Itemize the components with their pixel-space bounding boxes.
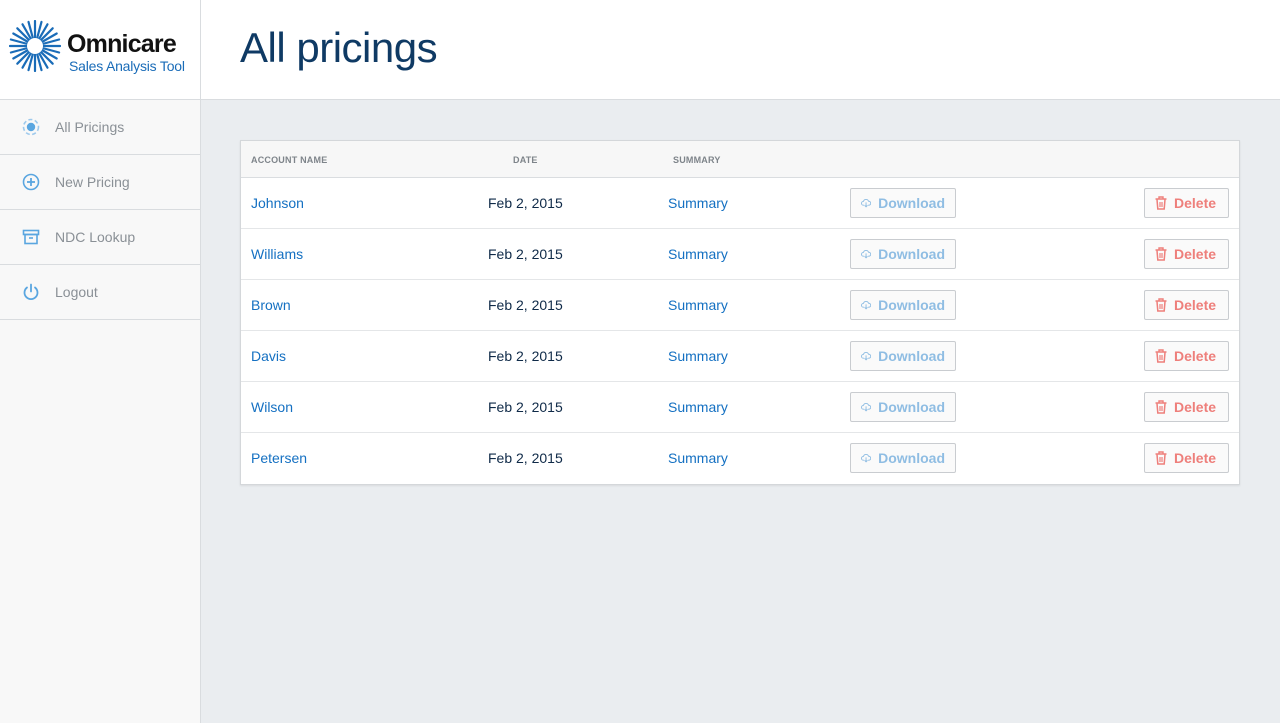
cloud-download-icon [861,453,872,463]
download-label: Download [878,399,945,415]
date-cell: Feb 2, 2015 [488,450,563,466]
column-header-account-name[interactable]: ACCOUNT NAME [251,155,327,165]
target-icon [21,117,41,137]
archive-icon [21,227,41,247]
page-header: All pricings [201,0,1280,100]
sidebar-item-label: All Pricings [55,119,125,135]
delete-button[interactable]: Delete [1144,392,1229,422]
account-name-link[interactable]: Brown [251,297,291,313]
brand-subtitle: Sales Analysis Tool [69,58,185,74]
delete-label: Delete [1174,450,1217,466]
table-row: Williams Feb 2, 2015 Summary Download De… [241,229,1239,280]
delete-label: Delete [1174,348,1217,364]
sidebar-item-logout[interactable]: Logout [0,265,200,320]
cloud-download-icon [861,198,872,208]
delete-label: Delete [1174,399,1217,415]
sidebar-item-ndc-lookup[interactable]: NDC Lookup [0,210,200,265]
date-cell: Feb 2, 2015 [488,399,563,415]
table-row: Johnson Feb 2, 2015 Summary Download Del… [241,178,1239,229]
trash-icon [1155,298,1167,312]
date-cell: Feb 2, 2015 [488,348,563,364]
table-row: Brown Feb 2, 2015 Summary Download Delet… [241,280,1239,331]
delete-button[interactable]: Delete [1144,341,1229,371]
power-icon [21,282,41,302]
account-name-link[interactable]: Johnson [251,195,304,211]
sidebar-item-label: New Pricing [55,174,130,190]
sidebar-item-new-pricing[interactable]: New Pricing [0,155,200,210]
download-button[interactable]: Download [850,392,956,422]
sidebar: Omnicare Sales Analysis Tool All Pricing… [0,0,201,723]
cloud-download-icon [861,351,872,361]
logo[interactable]: Omnicare Sales Analysis Tool [0,0,200,100]
download-label: Download [878,195,945,211]
column-header-date[interactable]: DATE [513,155,538,165]
delete-button[interactable]: Delete [1144,188,1229,218]
date-cell: Feb 2, 2015 [488,195,563,211]
page-title: All pricings [240,24,438,71]
sidebar-item-label: Logout [55,284,98,300]
download-label: Download [878,246,945,262]
trash-icon [1155,451,1167,465]
download-label: Download [878,348,945,364]
table-row: Davis Feb 2, 2015 Summary Download Delet… [241,331,1239,382]
sidebar-item-label: NDC Lookup [55,229,136,245]
table-row: Wilson Feb 2, 2015 Summary Download Dele… [241,382,1239,433]
cloud-download-icon [861,402,872,412]
brand-name: Omnicare [67,30,177,58]
download-button[interactable]: Download [850,239,956,269]
table-row: Petersen Feb 2, 2015 Summary Download De… [241,433,1239,484]
cloud-download-icon [861,300,872,310]
download-label: Download [878,450,945,466]
download-button[interactable]: Download [850,188,956,218]
trash-icon [1155,196,1167,210]
summary-link[interactable]: Summary [668,399,728,415]
account-name-link[interactable]: Davis [251,348,286,364]
date-cell: Feb 2, 2015 [488,246,563,262]
summary-link[interactable]: Summary [668,348,728,364]
summary-link[interactable]: Summary [668,246,728,262]
delete-label: Delete [1174,195,1217,211]
pricings-table: ACCOUNT NAME DATE SUMMARY Johnson Feb 2,… [240,140,1240,485]
summary-link[interactable]: Summary [668,450,728,466]
trash-icon [1155,247,1167,261]
summary-link[interactable]: Summary [668,297,728,313]
delete-label: Delete [1174,246,1217,262]
delete-button[interactable]: Delete [1144,239,1229,269]
delete-button[interactable]: Delete [1144,290,1229,320]
account-name-link[interactable]: Petersen [251,450,307,466]
trash-icon [1155,349,1167,363]
date-cell: Feb 2, 2015 [488,297,563,313]
delete-button[interactable]: Delete [1144,443,1229,473]
account-name-link[interactable]: Williams [251,246,303,262]
download-label: Download [878,297,945,313]
sidebar-item-all-pricings[interactable]: All Pricings [0,100,200,155]
download-button[interactable]: Download [850,290,956,320]
download-button[interactable]: Download [850,341,956,371]
trash-icon [1155,400,1167,414]
account-name-link[interactable]: Wilson [251,399,293,415]
column-header-summary[interactable]: SUMMARY [673,155,721,165]
summary-link[interactable]: Summary [668,195,728,211]
cloud-download-icon [861,249,872,259]
delete-label: Delete [1174,297,1217,313]
plus-circle-icon [21,172,41,192]
download-button[interactable]: Download [850,443,956,473]
omnicare-logo-icon [9,20,61,72]
table-header: ACCOUNT NAME DATE SUMMARY [241,141,1239,178]
